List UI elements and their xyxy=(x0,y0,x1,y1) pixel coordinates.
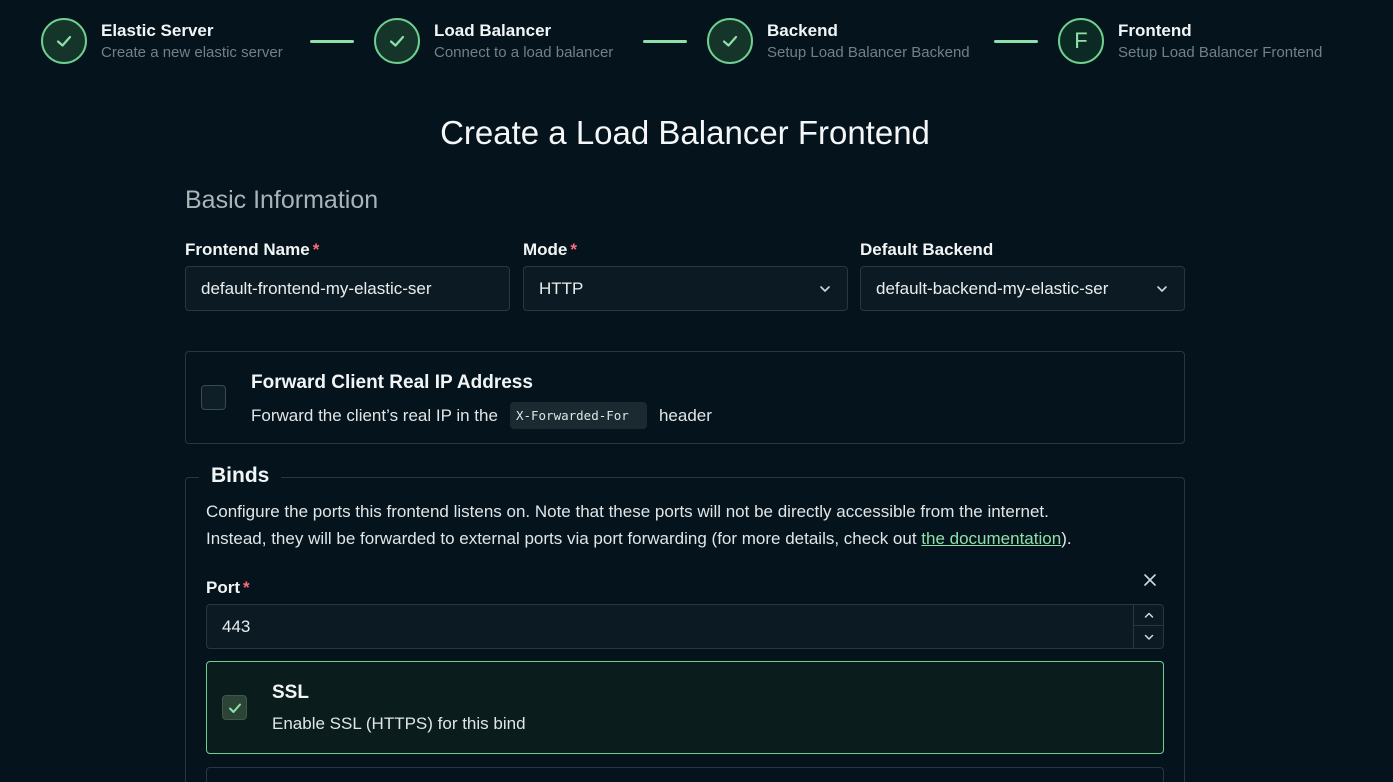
mode-label: Mode * xyxy=(523,240,578,259)
forward-ip-card[interactable]: Forward Client Real IP Address Forward t… xyxy=(185,351,1185,444)
ssl-card[interactable]: SSL Enable SSL (HTTPS) for this bind xyxy=(206,661,1164,754)
required-marker: * xyxy=(243,578,250,597)
required-marker: * xyxy=(312,240,320,259)
ssl-checkbox[interactable] xyxy=(222,695,247,720)
step-load-balancer: Load Balancer Connect to a load balancer xyxy=(374,17,613,65)
step-subtitle: Connect to a load balancer xyxy=(434,43,614,61)
frontend-name-label: Frontend Name * xyxy=(185,240,320,259)
section-title: Basic Information xyxy=(185,186,379,214)
close-icon[interactable] xyxy=(1141,571,1159,589)
required-marker: * xyxy=(570,240,578,259)
default-backend-label: Default Backend xyxy=(860,240,994,259)
check-icon xyxy=(374,18,420,64)
step-connector xyxy=(643,40,687,43)
port-value: 443 xyxy=(222,616,251,636)
step-subtitle: Create a new elastic server xyxy=(101,43,283,61)
check-icon xyxy=(707,18,753,64)
step-title: Backend xyxy=(767,20,838,40)
chevron-down-icon xyxy=(820,285,830,292)
port-label: Port * xyxy=(206,578,250,597)
port-stepper xyxy=(1133,605,1163,648)
frontend-name-input[interactable]: default-frontend-my-elastic-ser xyxy=(185,266,510,311)
binds-legend: Binds xyxy=(199,464,282,488)
chevron-down-icon xyxy=(1157,285,1167,292)
mode-select[interactable]: HTTP xyxy=(523,266,848,311)
port-input[interactable]: 443 xyxy=(206,604,1164,649)
forward-ip-checkbox[interactable] xyxy=(201,385,226,410)
chevron-up-icon xyxy=(1144,612,1153,618)
check-icon xyxy=(41,18,87,64)
decrement-button[interactable] xyxy=(1134,626,1163,647)
step-connector xyxy=(310,40,354,43)
ssl-description: Enable SSL (HTTPS) for this bind xyxy=(272,714,526,733)
step-letter-badge: F xyxy=(1058,18,1104,64)
forward-ip-description: Forward the client’s real IP in the X-Fo… xyxy=(251,402,712,429)
next-option-card[interactable] xyxy=(206,767,1164,782)
default-backend-select[interactable]: default-backend-my-elastic-ser xyxy=(860,266,1185,311)
documentation-link[interactable]: the documentation xyxy=(921,529,1061,548)
step-backend: Backend Setup Load Balancer Backend xyxy=(707,17,970,65)
step-elastic-server: Elastic Server Create a new elastic serv… xyxy=(41,17,283,65)
step-subtitle: Setup Load Balancer Backend xyxy=(767,43,970,61)
step-title: Load Balancer xyxy=(434,20,552,40)
binds-description: Configure the ports this frontend listen… xyxy=(206,502,1072,548)
page-title: Create a Load Balancer Frontend xyxy=(440,114,930,151)
check-icon xyxy=(228,703,241,713)
step-subtitle: Setup Load Balancer Frontend xyxy=(1118,43,1323,61)
step-title: Elastic Server xyxy=(101,20,214,40)
step-connector xyxy=(994,40,1038,43)
header-code: X-Forwarded-For xyxy=(509,402,647,429)
forward-ip-title: Forward Client Real IP Address xyxy=(251,372,533,393)
step-frontend: F Frontend Setup Load Balancer Frontend xyxy=(1058,17,1322,65)
progress-stepper: Elastic Server Create a new elastic serv… xyxy=(0,0,1393,90)
step-title: Frontend xyxy=(1118,20,1192,40)
chevron-down-icon xyxy=(1144,634,1153,640)
frontend-name-value: default-frontend-my-elastic-ser xyxy=(201,278,432,298)
increment-button[interactable] xyxy=(1134,605,1163,626)
default-backend-value: default-backend-my-elastic-ser xyxy=(876,278,1109,298)
mode-value: HTTP xyxy=(539,278,584,298)
ssl-title: SSL xyxy=(272,682,309,703)
